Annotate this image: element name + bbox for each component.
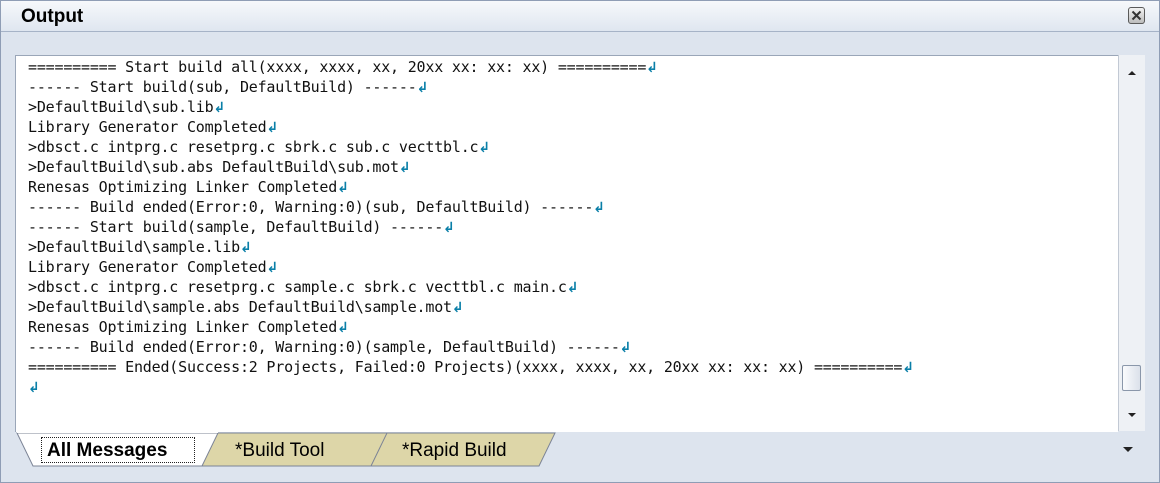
output-line: >dbsct.c intprg.c resetprg.c sbrk.c sub.…	[28, 137, 490, 158]
tab-rapid-build[interactable]: *Rapid Build	[402, 440, 507, 462]
output-line-text: Library Generator Completed	[28, 118, 267, 136]
output-line-text: Library Generator Completed	[28, 258, 267, 276]
output-line-text: ========== Start build all(xxxx, xxxx, x…	[28, 58, 647, 76]
output-line: >DefaultBuild\sub.lib↲	[28, 97, 225, 118]
output-line: Renesas Optimizing Linker Completed↲	[28, 317, 349, 338]
output-line: Renesas Optimizing Linker Completed↲	[28, 177, 349, 198]
line-end-icon: ↲	[619, 340, 632, 356]
output-line: >DefaultBuild\sample.abs DefaultBuild\sa…	[28, 297, 464, 318]
panel-titlebar: Output	[1, 1, 1159, 32]
output-line-text: Renesas Optimizing Linker Completed	[28, 318, 338, 336]
output-line-text: ------ Build ended(Error:0, Warning:0)(s…	[28, 338, 620, 356]
line-end-icon: ↲	[398, 160, 411, 176]
line-end-icon: ↲	[337, 320, 349, 336]
output-line-text: >dbsct.c intprg.c resetprg.c sbrk.c sub.…	[28, 138, 479, 156]
output-text-area[interactable]: ========== Start build all(xxxx, xxxx, x…	[15, 55, 1118, 432]
output-line: Library Generator Completed↲	[28, 257, 278, 278]
line-end-icon: ↲	[337, 180, 349, 196]
output-line: ↲	[28, 377, 40, 398]
scroll-up-arrow-icon[interactable]	[1126, 67, 1138, 79]
output-line-text: ------ Start build(sub, DefaultBuild) --…	[28, 78, 417, 96]
output-line-text: Renesas Optimizing Linker Completed	[28, 178, 338, 196]
tab-all-messages[interactable]: All Messages	[47, 440, 167, 462]
tab-bar: All Messages *Build Tool *Rapid Build	[15, 432, 1145, 468]
panel-title: Output	[21, 6, 84, 27]
output-panel: Output ========== Start build all(xxxx, …	[0, 0, 1160, 483]
line-end-icon: ↲	[266, 120, 278, 136]
close-icon[interactable]	[1128, 7, 1145, 24]
line-end-icon: ↲	[28, 380, 40, 396]
output-line-text: >DefaultBuild\sub.abs DefaultBuild\sub.m…	[28, 158, 399, 176]
scroll-down-arrow-icon[interactable]	[1126, 409, 1138, 421]
output-line: >dbsct.c intprg.c resetprg.c sample.c sb…	[28, 277, 578, 298]
line-end-icon: ↲	[566, 280, 579, 296]
output-line-text: >DefaultBuild\sample.lib	[28, 238, 240, 256]
line-end-icon: ↲	[593, 200, 605, 216]
output-line-text: >dbsct.c intprg.c resetprg.c sample.c sb…	[28, 278, 567, 296]
output-line-text: >DefaultBuild\sample.abs DefaultBuild\sa…	[28, 298, 452, 316]
output-line: ------ Start build(sub, DefaultBuild) --…	[28, 77, 428, 98]
line-end-icon: ↲	[451, 300, 464, 316]
output-line: ------ Start build(sample, DefaultBuild)…	[28, 217, 455, 238]
line-end-icon: ↲	[902, 360, 914, 376]
line-end-icon: ↲	[443, 220, 455, 236]
output-line: >DefaultBuild\sub.abs DefaultBuild\sub.m…	[28, 157, 411, 178]
output-line: Library Generator Completed↲	[28, 117, 278, 138]
output-line: >DefaultBuild\sample.lib↲	[28, 237, 252, 258]
scrollbar-thumb[interactable]	[1122, 365, 1141, 391]
output-line: ------ Build ended(Error:0, Warning:0)(s…	[28, 197, 605, 218]
tab-build-tool[interactable]: *Build Tool	[235, 440, 324, 462]
output-line-text: ========== Ended(Success:2 Projects, Fai…	[28, 358, 903, 376]
output-line-text: ------ Start build(sample, DefaultBuild)…	[28, 218, 444, 236]
output-line: ------ Build ended(Error:0, Warning:0)(s…	[28, 337, 631, 358]
line-end-icon: ↲	[416, 80, 429, 96]
line-end-icon: ↲	[646, 60, 658, 76]
line-end-icon: ↲	[213, 100, 225, 116]
output-line-text: ------ Build ended(Error:0, Warning:0)(s…	[28, 198, 594, 216]
output-line: ========== Ended(Success:2 Projects, Fai…	[28, 357, 914, 378]
output-line: ========== Start build all(xxxx, xxxx, x…	[28, 57, 658, 78]
line-end-icon: ↲	[266, 260, 278, 276]
vertical-scrollbar[interactable]	[1118, 55, 1145, 431]
output-line-text: >DefaultBuild\sub.lib	[28, 98, 214, 116]
line-end-icon: ↲	[239, 240, 252, 256]
line-end-icon: ↲	[478, 140, 490, 156]
tab-list-dropdown-icon[interactable]	[1121, 444, 1135, 454]
